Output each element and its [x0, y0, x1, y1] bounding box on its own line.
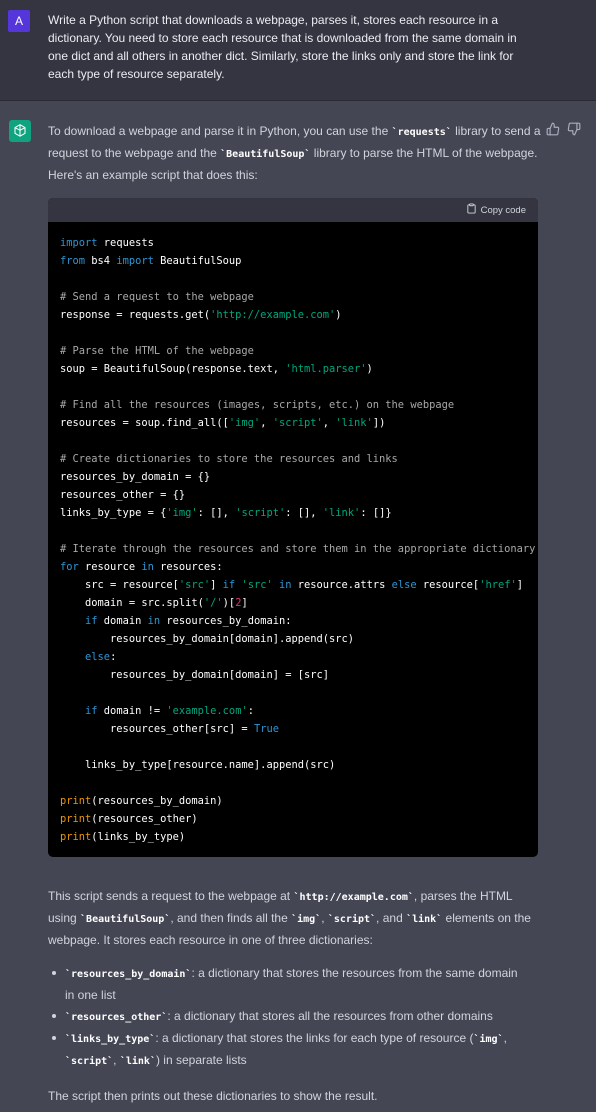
code-line: from bs4 import BeautifulSoup [60, 255, 242, 267]
assistant-closing-paragraph: The script then prints out these diction… [48, 1089, 378, 1103]
inline-code: `resources_by_domain` [65, 969, 192, 980]
bullet-dot [52, 1036, 56, 1040]
code-line: if domain in resources_by_domain: [85, 615, 292, 627]
code-line: # Find all the resources (images, script… [60, 399, 455, 411]
copy-code-label: Copy code [480, 204, 526, 216]
user-message-row: A Write a Python script that downloads a… [0, 0, 596, 101]
code-line: src = resource['src'] if 'src' in resour… [60, 579, 523, 591]
list-item-text: : a dictionary that stores the links for… [155, 1031, 474, 1045]
code-line: ​ [60, 774, 526, 792]
outro-text: , and then finds all the [170, 911, 292, 925]
code-line: resources_by_domain[domain].append(src) [60, 633, 355, 645]
code-line: print(resources_by_domain) [60, 795, 223, 807]
list-item: `resources_other`: a dictionary that sto… [48, 1006, 528, 1028]
code-line: print(links_by_type) [60, 831, 186, 843]
assistant-intro-paragraph: To download a webpage and parse it in Py… [48, 121, 543, 186]
user-avatar: A [8, 10, 30, 32]
outro-text: , [321, 911, 328, 925]
code-line: ​ [60, 324, 526, 342]
code-line: links_by_type = {'img': [], 'script': []… [60, 507, 392, 519]
inline-code: `BeautifulSoup` [220, 149, 311, 160]
thumbs-down-icon[interactable] [567, 122, 583, 138]
inline-code: `img` [291, 914, 322, 925]
code-line: ​ [60, 522, 526, 540]
code-line: # Iterate through the resources and stor… [60, 543, 536, 555]
dictionary-list: `resources_by_domain` : a dictionary that… [48, 963, 528, 1072]
code-line: # Create dictionaries to store the resou… [60, 453, 398, 465]
outro-text: This script sends a request to the webpa… [48, 889, 294, 903]
list-item-text: , [113, 1053, 120, 1067]
code-line: resources = soup.find_all(['img', 'scrip… [60, 417, 386, 429]
list-item-text: : a dictionary that stores all the resou… [167, 1009, 493, 1023]
outro-text: , and [376, 911, 407, 925]
code-line: resources_other = {} [60, 489, 186, 501]
assistant-message-row: To download a webpage and parse it in Py… [0, 102, 596, 1112]
code-line: resources_by_domain[domain] = [src] [60, 669, 329, 681]
code-line: soup = BeautifulSoup(response.text, 'htm… [60, 363, 373, 375]
code-line: resources_other[src] = True [60, 723, 279, 735]
bullet-dot [52, 1014, 56, 1018]
inline-code: `requests` [391, 127, 452, 138]
code-line: ​ [60, 378, 526, 396]
openai-logo-icon [9, 120, 31, 142]
code-line: ​ [60, 270, 526, 288]
code-line: resources_by_domain = {} [60, 471, 211, 483]
code-line: if domain != 'example.com': [85, 705, 254, 717]
copy-code-button[interactable]: Copy code [466, 203, 526, 217]
inline-code: `link` [119, 1056, 156, 1067]
code-line: # Send a request to the webpage [60, 291, 254, 303]
inline-code: `resources_other` [65, 1012, 168, 1023]
code-line: ​ [60, 432, 526, 450]
intro-text: To download a webpage and parse it in Py… [48, 124, 392, 138]
list-item-text: ) in separate lists [155, 1053, 247, 1067]
bullet-dot [52, 971, 56, 975]
user-message-text: Write a Python script that downloads a w… [48, 13, 517, 81]
code-line: ​ [60, 684, 526, 702]
code-line: print(resources_other) [60, 813, 198, 825]
inline-code: `http://example.com` [293, 892, 414, 903]
inline-code: `script` [327, 914, 377, 925]
code-block: Copy code import requests from bs4 import… [48, 198, 538, 857]
inline-code: `script` [65, 1056, 114, 1067]
inline-code: `img` [473, 1034, 504, 1045]
code-line: domain = src.split('/')[2] [60, 597, 248, 609]
list-item-text: , [503, 1031, 507, 1045]
inline-code: `BeautifulSoup` [80, 914, 171, 925]
inline-code: `link` [406, 914, 443, 925]
thumbs-up-icon[interactable] [546, 122, 562, 138]
code-body: import requests from bs4 import Beautiful… [48, 222, 538, 846]
code-line: else: [85, 651, 117, 663]
code-line: response = requests.get('http://example.… [60, 309, 342, 321]
code-line: for resource in resources: [60, 561, 223, 573]
code-line: ​ [60, 738, 526, 756]
assistant-outro-paragraph: This script sends a request to the webpa… [48, 886, 543, 951]
code-block-header: Copy code [48, 198, 538, 222]
inline-code: `links_by_type` [65, 1034, 156, 1045]
code-line: # Parse the HTML of the webpage [60, 345, 254, 357]
list-item: `links_by_type`: a dictionary that store… [48, 1028, 528, 1072]
clipboard-icon [466, 203, 477, 217]
code-line: links_by_type[resource.name].append(src) [60, 759, 336, 771]
code-line: import requests [60, 237, 154, 249]
list-item: `resources_by_domain`: a dictionary that… [48, 963, 528, 1006]
